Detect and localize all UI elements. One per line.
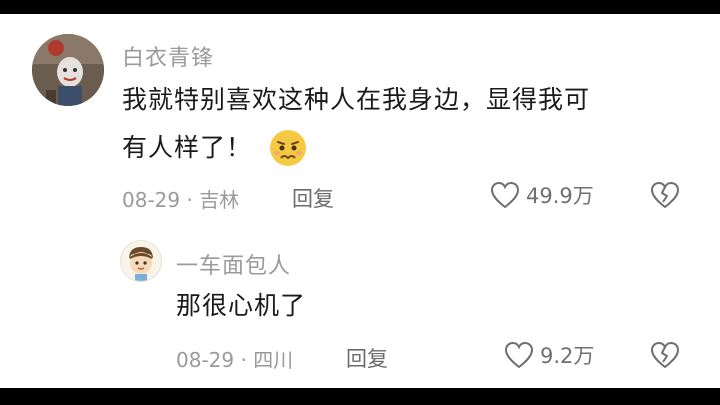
reply-user-avatar[interactable] bbox=[120, 240, 162, 282]
comment-text-line1: 我就特别喜欢这种人在我身边，显得我可 bbox=[122, 85, 591, 114]
reply-username[interactable]: 一车面包人 bbox=[176, 248, 291, 280]
like-count: 49.9万 bbox=[526, 184, 594, 208]
comment-date-location: 08-29 · 吉林 bbox=[122, 188, 240, 212]
dislike-broken-heart-icon[interactable] bbox=[650, 181, 680, 209]
heart-icon bbox=[490, 181, 520, 209]
clown-figure-avatar-icon bbox=[32, 34, 104, 106]
user-avatar[interactable] bbox=[32, 34, 104, 106]
reply-button[interactable]: 回复 bbox=[292, 183, 334, 213]
comment-panel: 白衣青锋 我就特别喜欢这种人在我身边，显得我可 有人样了！ 08-29 · 吉林… bbox=[0, 14, 720, 388]
cartoon-boy-avatar-icon bbox=[121, 241, 161, 281]
comment-text-line2: 有人样了！ bbox=[122, 133, 253, 162]
like-button[interactable]: 49.9万 bbox=[490, 180, 594, 210]
reply-dislike-broken-heart-icon[interactable] bbox=[650, 341, 680, 369]
reply-like-count: 9.2万 bbox=[540, 344, 595, 368]
reply-reply-button[interactable]: 回复 bbox=[346, 343, 388, 373]
heart-icon bbox=[504, 341, 534, 369]
reply-like-button[interactable]: 9.2万 bbox=[504, 340, 594, 370]
comment-username[interactable]: 白衣青锋 bbox=[122, 40, 214, 72]
reply-date-location: 08-29 · 四川 bbox=[176, 348, 294, 372]
reply-text: 那很心机了 bbox=[176, 291, 307, 320]
nervous-face-emoji-icon bbox=[268, 128, 308, 168]
